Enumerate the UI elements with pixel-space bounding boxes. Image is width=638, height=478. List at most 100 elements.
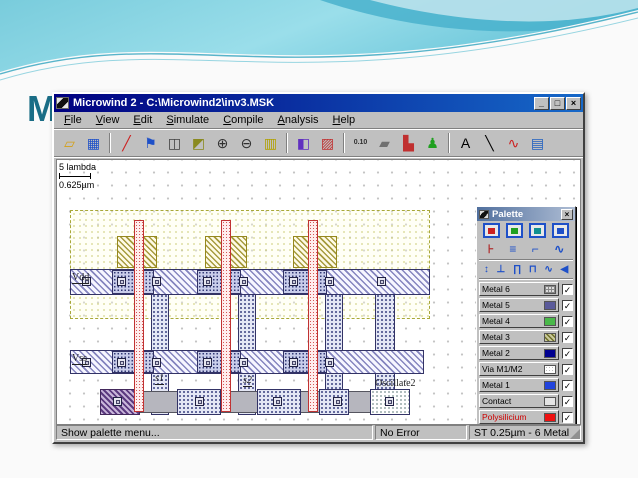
menu-item-compile[interactable]: Compile (216, 112, 270, 128)
title-bar[interactable]: Microwind 2 - C:\Microwind2\inv3.MSK _ □ × (54, 94, 583, 112)
pulse-icon[interactable]: ∏ (513, 264, 521, 275)
palette-title-bar[interactable]: Palette × (477, 207, 575, 221)
palette-window: Palette × ⊦ ≡ ⌐ ∿ ↕ ⊥ ∏ ⊓ ∿ ◀ Metal 6 ✓ Metal 5 ✓ Me… (476, 206, 576, 424)
toolbar-separator (343, 132, 345, 153)
menu-item-file[interactable]: File (57, 112, 89, 128)
view-all-icon-glyph: ▥ (263, 134, 278, 151)
menu-item-analysis[interactable]: Analysis (271, 112, 326, 128)
layer-label: Metal 1 (482, 380, 510, 391)
nmos-device-button[interactable] (506, 223, 523, 238)
layers-icon[interactable]: ▤ (526, 131, 549, 154)
maximize-button[interactable]: □ (550, 96, 565, 110)
layer-row-metal-3: Metal 3 ✓ (479, 330, 573, 345)
play-icon[interactable]: ◀ (560, 264, 568, 275)
layer-button-metal-5[interactable]: Metal 5 (479, 298, 559, 313)
pen-icon-glyph: ╲ (485, 134, 494, 151)
minimize-button[interactable]: _ (534, 96, 549, 110)
updown-arrows-icon[interactable]: ↕ (484, 264, 489, 275)
layer-button-polysilicium[interactable]: Polysilicium (479, 410, 559, 424)
layer-checkbox[interactable]: ✓ (562, 331, 573, 343)
layer-label: Via M1/M2 (482, 364, 523, 375)
layer-swatch (544, 412, 556, 422)
layer-label: Metal 4 (482, 316, 510, 327)
resize-grip[interactable] (570, 429, 580, 439)
eraser-icon[interactable]: ▰ (373, 131, 396, 154)
transistor-tool-icon[interactable]: ⊦ (488, 242, 494, 256)
layer-swatch (544, 284, 556, 294)
text-icon[interactable]: A (454, 131, 477, 154)
vdd-device-button[interactable] (483, 223, 500, 238)
layer-swatch (544, 380, 556, 390)
layer-button-contact[interactable]: Contact (479, 394, 559, 409)
pen-icon[interactable]: ╲ (478, 131, 501, 154)
ground-icon[interactable]: ⊥ (497, 264, 506, 275)
layer-checkbox[interactable]: ✓ (562, 347, 573, 359)
simulate-icon-glyph: ♟ (426, 134, 439, 151)
step-icon[interactable]: ⊓ (529, 264, 537, 275)
connect-icon[interactable]: ◧ (292, 131, 315, 154)
layer-checkbox[interactable]: ✓ (562, 283, 573, 295)
clock-device-button[interactable] (552, 223, 569, 238)
analog-sim-icon-glyph: ∿ (507, 134, 520, 151)
contact-square (239, 277, 248, 286)
contact-square (385, 397, 394, 406)
flag-icon[interactable]: ⚑ (139, 131, 162, 154)
analog-sim-icon[interactable]: ∿ (502, 131, 525, 154)
vdd-node-label: Vdd (72, 272, 90, 284)
layer-checkbox[interactable]: ✓ (562, 379, 573, 391)
draw-icon-glyph: ╱ (122, 134, 131, 151)
polysilicon-strip (308, 220, 318, 412)
layer-button-metal-6[interactable]: Metal 6 (479, 282, 559, 297)
layer-checkbox[interactable]: ✓ (562, 411, 573, 423)
contact-square (117, 277, 126, 286)
measure-icon[interactable]: ▨ (316, 131, 339, 154)
view-all-icon[interactable]: ▥ (259, 131, 282, 154)
scale-micron-label: 0.625µm (59, 180, 95, 190)
oscillate2-node-label: Oscillate2 (375, 378, 416, 389)
vss-node-label: Vss (72, 353, 88, 365)
menu-item-view[interactable]: View (89, 112, 127, 128)
menu-item-simulate[interactable]: Simulate (159, 112, 216, 128)
menu-item-help[interactable]: Help (326, 112, 363, 128)
layer-checkbox[interactable]: ✓ (562, 363, 573, 375)
palette-close-icon[interactable]: × (561, 208, 573, 220)
polysilicon-strip (221, 220, 231, 412)
sine-icon[interactable]: ∿ (544, 264, 552, 275)
menu-item-edit[interactable]: Edit (126, 112, 159, 128)
vdd-device-button-swatch (488, 227, 495, 234)
draw-icon[interactable]: ╱ (115, 131, 138, 154)
toolbar: ▱ ▦ ╱ ⚑ ◫ ◩ ⊕ ⊖ ▥ ◧ ▨ 0.10 ▰ ▙ ♟ A ╲ ∿ ▤ (54, 129, 583, 157)
layer-button-via-m1-m2[interactable]: Via M1/M2 (479, 362, 559, 377)
layer-checkbox[interactable]: ✓ (562, 315, 573, 327)
save-icon[interactable]: ▦ (82, 131, 105, 154)
design-rule-icon[interactable]: 0.10 (349, 131, 372, 154)
stamp-icon-glyph: ◩ (191, 134, 206, 151)
layer-button-metal-2[interactable]: Metal 2 (479, 346, 559, 361)
close-button[interactable]: × (566, 96, 581, 110)
contact-square (152, 358, 161, 367)
layer-button-metal-4[interactable]: Metal 4 (479, 314, 559, 329)
layer-checkbox[interactable]: ✓ (562, 299, 573, 311)
zoom-in-icon[interactable]: ⊕ (211, 131, 234, 154)
layer-button-metal-1[interactable]: Metal 1 (479, 378, 559, 393)
contact-stack-icon[interactable]: ≡ (509, 242, 516, 256)
pmos-device-button[interactable] (529, 223, 546, 238)
resistor-tool-icon[interactable]: ∿ (554, 242, 564, 256)
contact-square (273, 397, 282, 406)
layer-button-metal-3[interactable]: Metal 3 (479, 330, 559, 345)
layer-label: Contact (482, 396, 512, 407)
open-icon[interactable]: ▱ (58, 131, 81, 154)
layer-checkbox[interactable]: ✓ (562, 395, 573, 407)
copy-icon[interactable]: ◫ (163, 131, 186, 154)
zoom-out-icon[interactable]: ⊖ (235, 131, 258, 154)
status-technology-text: ST 0.25µm - 6 Metal (474, 426, 570, 439)
layer-row-metal-1: Metal 1 ✓ (479, 378, 573, 393)
stamp-icon[interactable]: ◩ (187, 131, 210, 154)
layer-label: Polysilicium (482, 412, 527, 423)
route-tool-icon[interactable]: ⌐ (532, 242, 539, 256)
foundry-icon[interactable]: ▙ (397, 131, 420, 154)
layer-row-metal-2: Metal 2 ✓ (479, 346, 573, 361)
simulate-icon[interactable]: ♟ (421, 131, 444, 154)
clock-device-button-swatch (557, 227, 564, 234)
window-title: Microwind 2 - C:\Microwind2\inv3.MSK (73, 97, 275, 109)
